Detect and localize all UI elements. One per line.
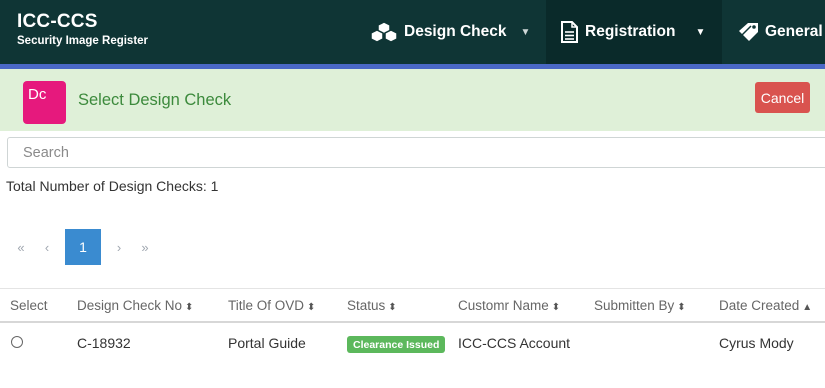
document-icon [560,21,578,43]
brand[interactable]: ICC-CCS Security Image Register [17,11,148,48]
col-customer-name[interactable]: Customr Name ⬍ [458,298,560,313]
tag-icon [738,22,760,42]
search-input[interactable] [7,137,825,168]
sort-icon: ⬍ [307,302,316,313]
row-select-radio[interactable] [11,336,23,348]
cell-title: Portal Guide [228,335,306,351]
sort-icon: ⬍ [677,302,686,313]
page-badge: Dc [23,81,66,124]
col-submitted-by[interactable]: Submitten By ⬍ [594,298,686,313]
sort-icon: ⬍ [388,302,397,313]
nav-design-check[interactable]: Design Check ▼ [370,0,530,64]
cubes-icon [370,21,398,43]
pagination: « ‹ 1 › » [8,229,158,265]
col-title-of-ovd[interactable]: Title Of OVD ⬍ [228,298,315,313]
nav-design-check-label: Design Check [404,23,507,40]
col-status[interactable]: Status ⬍ [347,298,397,313]
chevron-down-icon: ▼ [695,26,706,38]
page-next-button[interactable]: › [106,229,132,265]
brand-subtitle: Security Image Register [17,35,149,47]
nav-general[interactable]: General [738,0,823,64]
table-row[interactable]: C-18932 Portal Guide Clearance Issued IC… [0,325,825,363]
sort-asc-icon: ▲ [802,302,813,313]
sort-icon: ⬍ [185,302,194,313]
cell-date-created: Cyrus Mody [719,335,794,351]
status-badge: Clearance Issued [347,336,446,353]
nav-registration-label: Registration [585,23,676,40]
col-design-check-no[interactable]: Design Check No ⬍ [77,298,193,313]
total-count: Total Number of Design Checks: 1 [6,178,219,194]
col-date-created[interactable]: Date Created ▲ [719,298,812,313]
page-header: Dc Select Design Check Cancel [0,69,825,131]
cell-customer: ICC-CCS Account [458,335,571,351]
nav-registration[interactable]: Registration ▼ [546,0,722,64]
page-prev-button[interactable]: ‹ [34,229,60,265]
cancel-button[interactable]: Cancel [755,82,810,113]
page-title: Select Design Check [78,91,232,109]
cell-design-check-no: C-18932 [77,335,131,351]
page-last-button[interactable]: » [132,229,158,265]
brand-title: ICC-CCS [17,11,98,32]
col-select: Select [10,298,48,313]
page-first-button[interactable]: « [8,229,34,265]
page-current-button[interactable]: 1 [65,229,101,265]
nav-general-label: General [765,23,823,40]
top-navbar: ICC-CCS Security Image Register Design C… [0,0,825,64]
table-header: Select Design Check No ⬍ Title Of OVD ⬍ St… [0,288,825,323]
sort-icon: ⬍ [551,302,561,313]
chevron-down-icon: ▼ [520,26,531,38]
